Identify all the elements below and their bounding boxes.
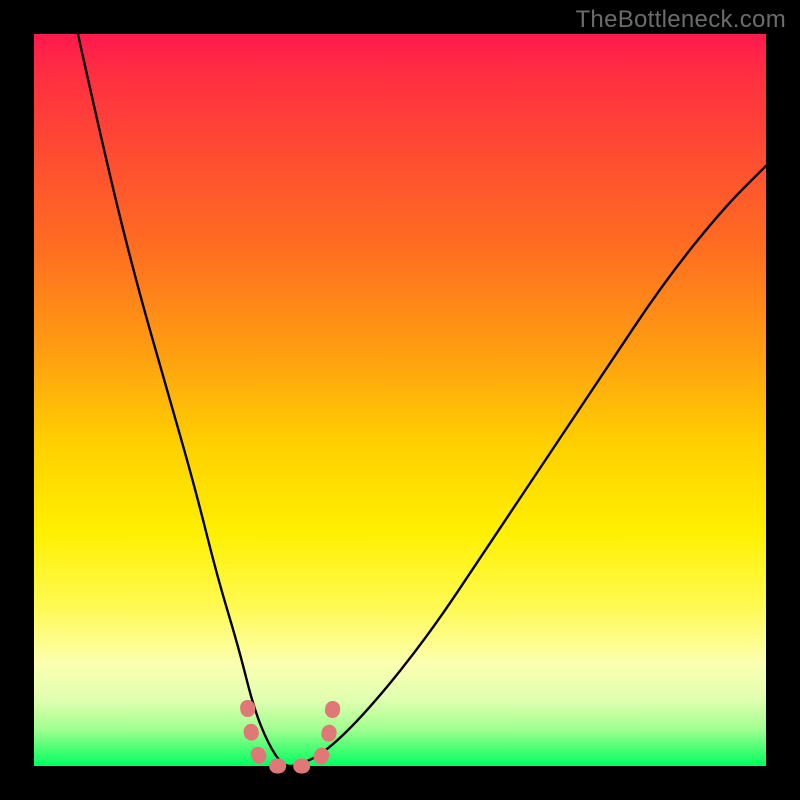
watermark-text: TheBottleneck.com [575, 6, 786, 34]
plot-area [34, 34, 766, 766]
minimum-marker-path [248, 707, 333, 766]
chart-frame: TheBottleneck.com [0, 0, 800, 800]
bottleneck-curve-path [78, 34, 766, 766]
bottleneck-curve [78, 34, 766, 766]
minimum-marker [248, 707, 333, 766]
curve-layer [34, 34, 766, 766]
